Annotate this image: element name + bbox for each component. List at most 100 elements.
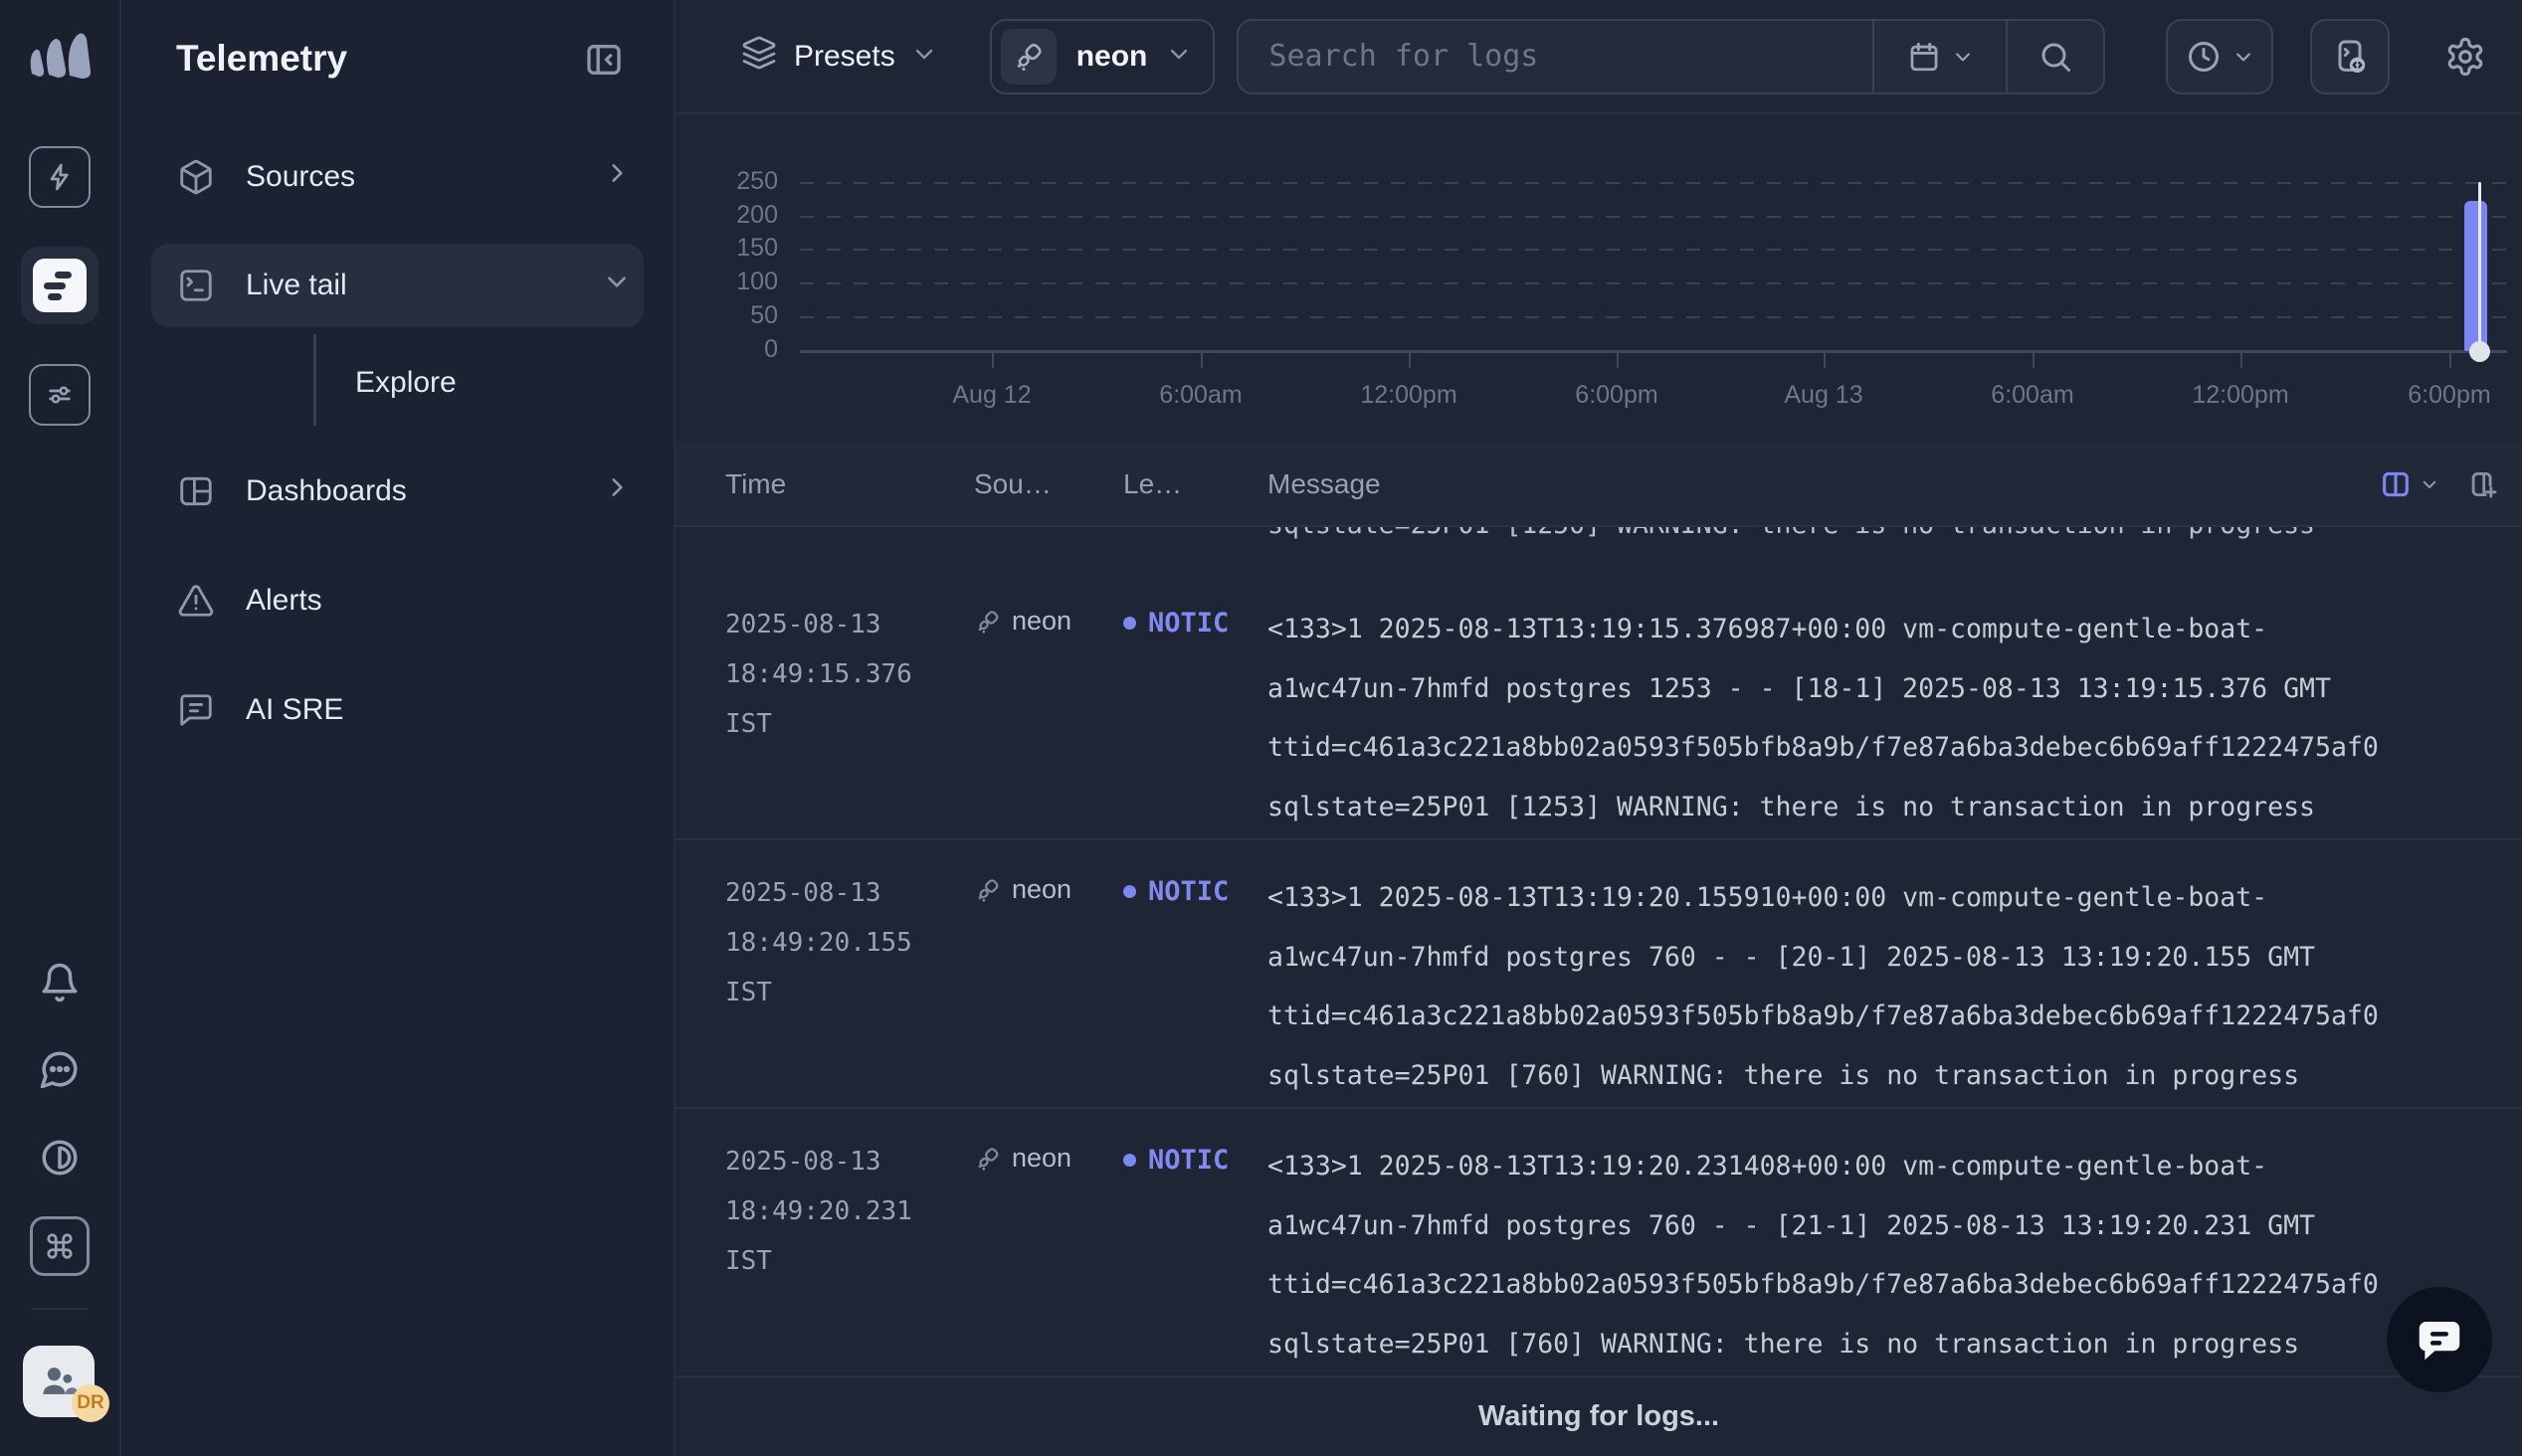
log-volume-chart[interactable]: 250 200 150 100 50 0 Aug 12 6:00am 12:00… <box>676 114 2522 443</box>
add-column-icon <box>2466 467 2500 501</box>
telemetry-sidebar: Telemetry Sources Live tail Explore <box>121 0 676 1456</box>
sidebar-item-sources[interactable]: Sources <box>151 135 644 219</box>
chevron-down-icon <box>2421 475 2438 493</box>
log-timestamp: 2025-08-1318:49:20.231IST <box>725 1137 974 1286</box>
log-row[interactable]: 2025-08-1318:49:15.376IST neon NOTIC <13… <box>676 572 2522 840</box>
neon-source-icon <box>974 608 1002 636</box>
rail-item-settings-sliders[interactable] <box>29 364 91 426</box>
time-range-selector[interactable] <box>2166 19 2273 94</box>
x-tick-label: 12:00pm <box>1360 381 1456 410</box>
command-icon <box>30 1216 90 1276</box>
presets-dropdown[interactable]: Presets <box>741 35 936 79</box>
axis-tick <box>1617 352 1619 368</box>
log-row[interactable]: 2025-08-1318:49:20.155IST neon NOTIC <13… <box>676 840 2522 1109</box>
histogram-bar[interactable] <box>2464 201 2487 351</box>
presets-label: Presets <box>794 40 895 74</box>
axis-tick <box>1409 352 1411 368</box>
theme-contrast-toggle[interactable] <box>39 1137 81 1179</box>
left-rail: DR <box>0 0 121 1456</box>
column-header-level[interactable]: Le… <box>1123 468 1267 500</box>
neon-source-icon <box>974 1145 1002 1173</box>
clipped-log-row[interactable]: sqlstate=25P01 [1250] WARNING: there is … <box>676 527 2522 572</box>
gridline <box>800 216 2507 218</box>
gridline <box>800 282 2507 284</box>
log-timestamp: 2025-08-1318:49:15.376IST <box>725 600 974 749</box>
sliders-icon <box>29 364 91 426</box>
level-dot <box>1123 1154 1136 1167</box>
log-message: <133>1 2025-08-13T13:19:20.155910+00:00 … <box>1267 868 2522 1105</box>
y-tick: 100 <box>683 268 778 296</box>
search-input[interactable] <box>1239 21 1872 92</box>
run-search-button[interactable] <box>2006 21 2103 92</box>
source-selector[interactable]: neon <box>990 19 1216 94</box>
logs-icon <box>33 259 87 312</box>
axis-tick <box>992 352 994 368</box>
tree-guide-line <box>313 334 316 426</box>
log-level: NOTIC <box>1123 608 1267 638</box>
log-level: NOTIC <box>1123 1145 1267 1176</box>
saved-filters-button[interactable] <box>1872 21 2006 92</box>
column-header-time[interactable]: Time <box>725 468 974 500</box>
live-cursor-line <box>2478 182 2481 352</box>
log-row[interactable]: 2025-08-1318:49:20.231IST neon NOTIC <13… <box>676 1109 2522 1377</box>
live-cursor-dot[interactable] <box>2469 341 2490 362</box>
column-header-source[interactable]: Sou… <box>974 468 1123 500</box>
x-tick-label: Aug 13 <box>1784 381 1862 410</box>
support-chat-fab[interactable] <box>2387 1287 2492 1392</box>
axis-tick <box>2033 352 2035 368</box>
device-code-icon <box>2330 37 2370 77</box>
chevron-down-icon <box>1167 42 1191 71</box>
user-initials-badge[interactable]: DR <box>72 1384 109 1422</box>
sidebar-item-explore[interactable]: Explore <box>355 366 457 400</box>
y-tick: 0 <box>683 335 778 364</box>
waiting-status: Waiting for logs... <box>676 1375 2522 1456</box>
logs-toolbar: Presets neon <box>676 0 2522 114</box>
terminal-icon <box>176 267 216 304</box>
x-axis-line <box>800 350 2507 353</box>
axis-tick <box>1201 352 1203 368</box>
search-icon <box>2037 39 2073 75</box>
collapse-sidebar-button[interactable] <box>584 40 624 85</box>
column-header-message[interactable]: Message <box>1267 468 2522 500</box>
sidebar-item-alerts[interactable]: Alerts <box>151 559 644 642</box>
rail-item-quickstart[interactable] <box>29 146 91 208</box>
notifications-bell-button[interactable] <box>39 962 81 1003</box>
gridline <box>800 249 2507 251</box>
x-tick-label: 6:00pm <box>1575 381 1657 410</box>
chevron-right-icon <box>604 474 630 508</box>
middleware-logo[interactable] <box>24 26 96 86</box>
axis-tick <box>2240 352 2242 368</box>
sidebar-item-ai-sre[interactable]: AI SRE <box>151 668 644 752</box>
dashboard-layout-icon <box>176 472 216 510</box>
log-search-group <box>1237 19 2105 94</box>
chevron-down-icon <box>912 40 936 74</box>
log-level: NOTIC <box>1123 876 1267 907</box>
sidebar-item-dashboards[interactable]: Dashboards <box>151 450 644 533</box>
neon-source-icon <box>974 876 1002 904</box>
neon-source-icon <box>1001 29 1057 85</box>
rail-divider <box>32 1308 88 1310</box>
columns-icon <box>2379 467 2413 501</box>
add-column-button[interactable] <box>2466 467 2500 501</box>
sidebar-item-live-tail[interactable]: Live tail <box>151 244 644 327</box>
layers-icon <box>741 35 777 79</box>
command-palette-button[interactable] <box>30 1216 90 1276</box>
chevron-down-icon <box>2233 47 2253 67</box>
logs-main: Presets neon <box>676 0 2522 1456</box>
log-table-header: Time Sou… Le… Message <box>676 443 2522 527</box>
y-tick: 150 <box>683 234 778 263</box>
clock-icon <box>2186 39 2222 75</box>
settings-button[interactable] <box>2444 36 2486 78</box>
gridline <box>800 316 2507 318</box>
columns-layout-button[interactable] <box>2379 467 2413 501</box>
rail-item-logs-active[interactable] <box>21 247 98 324</box>
level-dot <box>1123 617 1136 630</box>
log-message: <133>1 2025-08-13T13:19:20.231408+00:00 … <box>1267 1137 2522 1373</box>
terminal-code-button[interactable] <box>2310 19 2390 94</box>
cube-icon <box>176 158 216 196</box>
x-tick-label: 12:00pm <box>2192 381 2288 410</box>
feedback-chat-button[interactable] <box>39 1048 81 1090</box>
y-tick: 50 <box>683 301 778 330</box>
panel-collapse-icon <box>584 40 624 80</box>
x-tick-label: Aug 12 <box>952 381 1031 410</box>
